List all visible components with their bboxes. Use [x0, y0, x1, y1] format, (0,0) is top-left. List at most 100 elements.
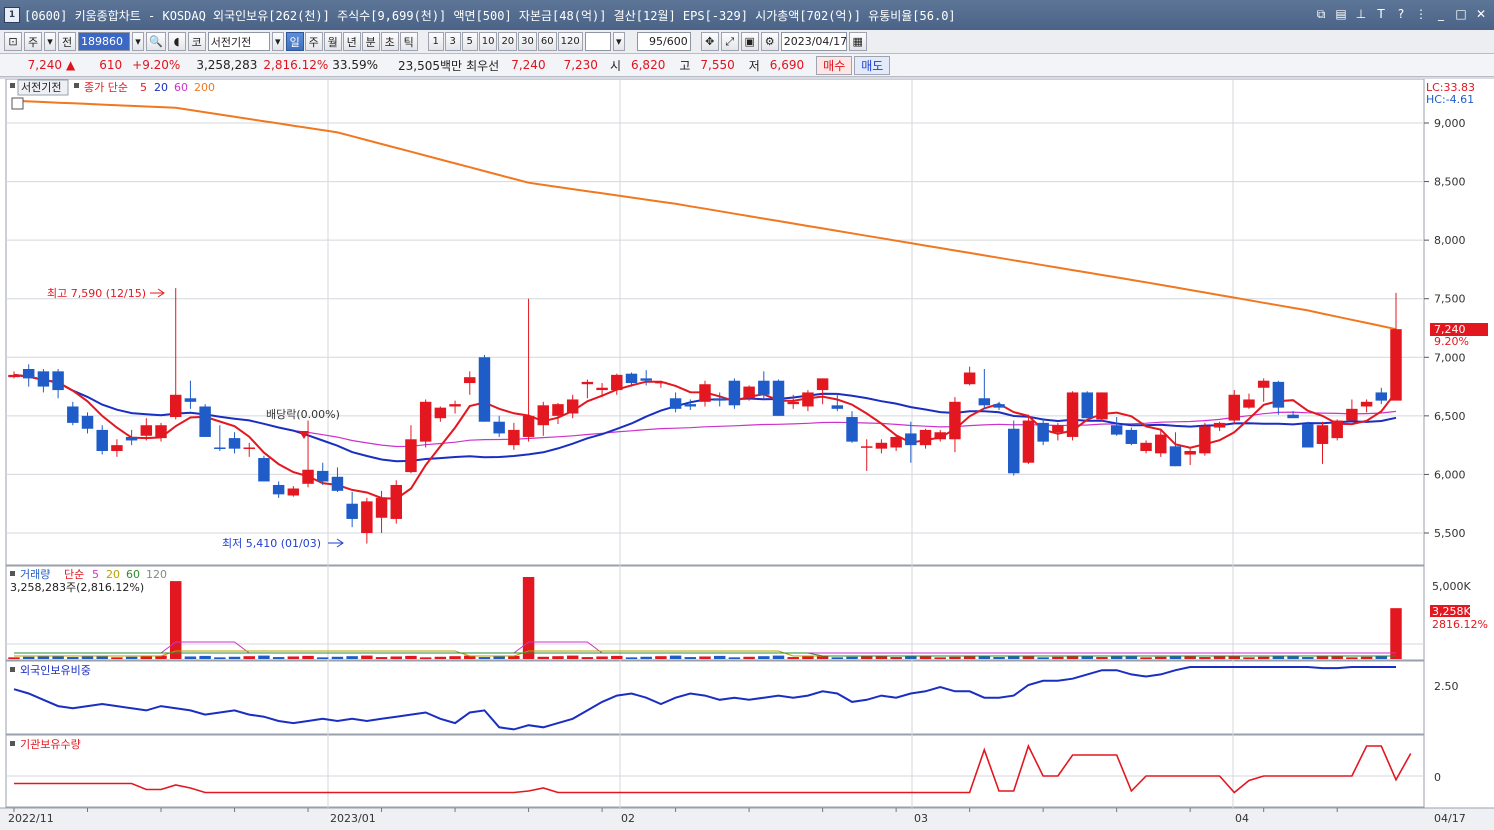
- interval-3[interactable]: 3: [444, 32, 461, 51]
- market-button[interactable]: 코: [187, 32, 206, 51]
- restore-layout-icon[interactable]: ⧉: [1314, 6, 1328, 22]
- maximize-icon[interactable]: □: [1454, 6, 1468, 22]
- interval-20[interactable]: 20: [498, 32, 518, 51]
- tab-year[interactable]: 년: [342, 32, 361, 51]
- interval-1[interactable]: 1: [427, 32, 444, 51]
- volume-bar: [478, 657, 491, 659]
- volume-bar: [1257, 656, 1270, 659]
- prev-button[interactable]: 전: [58, 32, 76, 51]
- save-icon[interactable]: ▣: [740, 32, 759, 51]
- minimize-icon[interactable]: _: [1434, 6, 1448, 22]
- volume-bar: [699, 656, 711, 659]
- stock-name-field[interactable]: 서전기전: [207, 32, 270, 51]
- volume-bar: [1140, 657, 1152, 659]
- tab-tick[interactable]: 틱: [399, 32, 418, 51]
- volume-bar: [596, 656, 608, 659]
- volume-bar: [566, 655, 579, 659]
- volume-bar: [243, 656, 255, 659]
- candle-body: [1272, 381, 1285, 408]
- interval-10[interactable]: 10: [478, 32, 498, 51]
- volume-bar: [993, 657, 1005, 659]
- volume-bar: [258, 655, 270, 659]
- volume-bar: [375, 657, 388, 659]
- candle-body: [96, 429, 108, 451]
- candle-body: [361, 501, 373, 533]
- candle-body: [596, 387, 608, 391]
- count-input[interactable]: 95/600: [636, 32, 691, 51]
- candle-body: [802, 392, 814, 407]
- code-dropdown-icon[interactable]: ▾: [132, 32, 144, 51]
- zoom-icon[interactable]: ⤢: [720, 32, 739, 51]
- up-arrow-icon: ▲: [66, 58, 76, 72]
- help-icon[interactable]: ?: [1394, 6, 1408, 22]
- sell-button[interactable]: 매도: [854, 55, 891, 75]
- x-axis-band: [0, 808, 1494, 830]
- volume-bar: [405, 655, 417, 659]
- calendar-icon[interactable]: ▦: [848, 32, 867, 51]
- tab-week[interactable]: 주: [304, 32, 323, 51]
- interval-5[interactable]: 5: [461, 32, 478, 51]
- count-value: 95: [649, 35, 664, 48]
- tile-icon[interactable]: ▤: [1334, 6, 1348, 22]
- date-input[interactable]: 2023/04/17: [780, 32, 847, 51]
- candle-body: [1140, 442, 1152, 451]
- buy-button[interactable]: 매수: [816, 55, 853, 75]
- interval-60[interactable]: 60: [537, 32, 557, 51]
- stock-code-input[interactable]: 189860: [78, 32, 130, 51]
- candle-body: [8, 374, 20, 378]
- more-icon[interactable]: ⋮: [1414, 6, 1428, 22]
- search-icon[interactable]: 🔍: [146, 32, 166, 51]
- speaker-icon[interactable]: ◖: [167, 32, 186, 51]
- layout-icon[interactable]: ⊡: [4, 32, 22, 51]
- volume-bar: [493, 656, 505, 659]
- tab-month[interactable]: 월: [323, 32, 342, 51]
- candle-body: [111, 445, 123, 451]
- volume-bar: [1375, 656, 1388, 659]
- price-legend-prefix: 종가 단순: [84, 81, 128, 94]
- candle-body: [199, 406, 211, 437]
- candle-body: [1169, 446, 1182, 467]
- chart-area[interactable]: 9,000 8,500 8,000 7,500 7,000 6,500 6,000 5,500…: [0, 79, 1494, 830]
- grid-toggle-icon[interactable]: [11, 97, 24, 110]
- x-label-03: 03: [914, 812, 928, 825]
- font-icon[interactable]: T: [1374, 6, 1388, 22]
- volume-bar: [552, 656, 564, 659]
- high-label: 고: [679, 58, 691, 73]
- interval-30[interactable]: 30: [518, 32, 537, 51]
- pin-icon[interactable]: ⊥: [1354, 6, 1368, 22]
- tab-second[interactable]: 초: [380, 32, 399, 51]
- candle-body: [611, 374, 623, 391]
- close-icon[interactable]: ✕: [1474, 6, 1488, 22]
- volume-bar: [346, 656, 358, 659]
- gear-icon[interactable]: ⚙: [760, 32, 779, 51]
- candle-body: [184, 398, 197, 402]
- interval-dropdown-icon[interactable]: ▾: [612, 32, 625, 51]
- candle-body: [934, 432, 946, 440]
- chevron-down-icon[interactable]: ▾: [44, 32, 56, 51]
- best-ask: 7,240: [511, 58, 546, 72]
- candle-body: [860, 446, 873, 448]
- volume-bar: [361, 655, 373, 659]
- tab-day[interactable]: 일: [285, 32, 304, 51]
- interval-custom-input[interactable]: [584, 32, 611, 51]
- interval-120[interactable]: 120: [557, 32, 583, 51]
- high-value: 7,550: [700, 58, 735, 72]
- period-button[interactable]: 주: [24, 32, 42, 51]
- crosshair-icon[interactable]: ✥: [700, 32, 719, 51]
- candle-body: [1037, 422, 1049, 442]
- y-tick-label: 7,500: [1434, 293, 1466, 306]
- tab-minute[interactable]: 분: [361, 32, 380, 51]
- name-dropdown-icon[interactable]: ▾: [271, 32, 284, 51]
- best-bid: 7,230: [563, 58, 598, 72]
- low-value: 6,690: [769, 58, 805, 72]
- legend-ma20: 20: [154, 81, 168, 94]
- volume-bar: [860, 656, 873, 659]
- volume-bar: [949, 656, 961, 659]
- quote-bar: 7,240 ▲ 610 +9.20% 3,258,283 2,816.12% 3…: [0, 54, 1494, 77]
- volume-bar: [125, 656, 138, 659]
- inst-label: 기관보유수량: [20, 738, 81, 751]
- candle-body: [272, 484, 285, 495]
- legend-ma200: 200: [194, 81, 215, 94]
- volume-bar: [184, 656, 197, 659]
- volume-bar: [302, 655, 314, 659]
